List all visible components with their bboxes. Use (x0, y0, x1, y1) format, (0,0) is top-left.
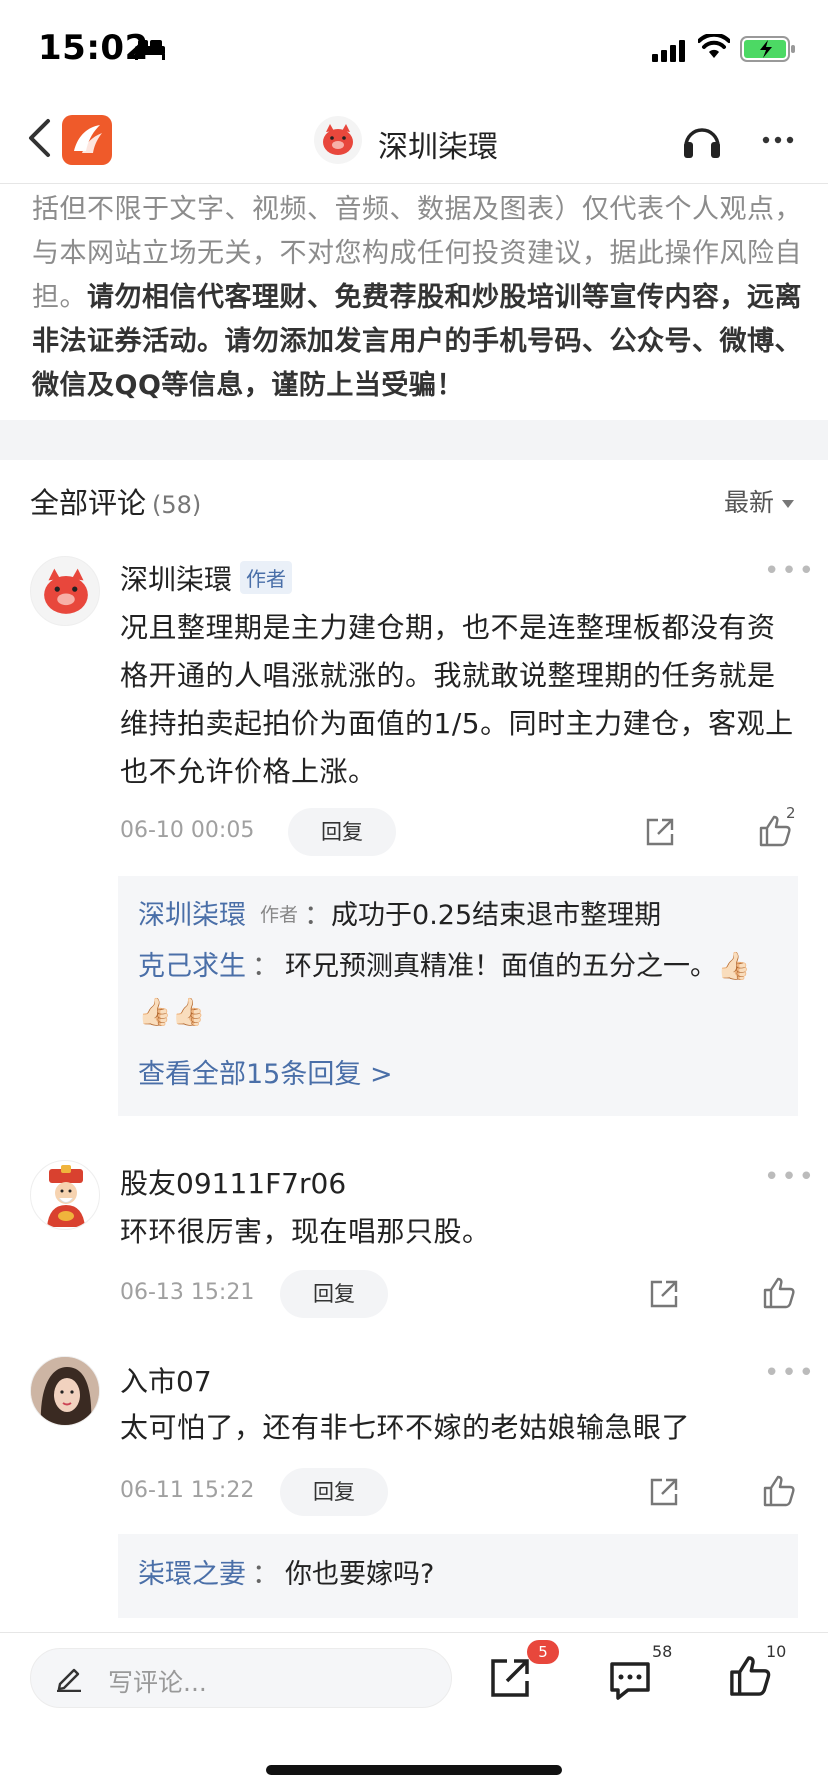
sort-label: 最新 (724, 488, 775, 517)
reply-item: 克己求生：环兄预测真精准！面值的五分之一。👍🏻👍🏻👍🏻 (138, 944, 768, 1036)
share-icon[interactable] (648, 1278, 680, 1310)
more-icon[interactable] (762, 136, 794, 144)
reply-item: 柒環之妻：你也要嫁吗? (138, 1552, 788, 1598)
comment-header: 深圳柒環 作者 (120, 558, 293, 598)
reply-separator: ： (252, 1559, 279, 1590)
app-logo[interactable] (62, 115, 112, 165)
piggy-avatar-icon (44, 568, 88, 614)
comment-input-placeholder: 写评论... (108, 1668, 207, 1697)
reply-button[interactable]: 回复 (280, 1468, 388, 1516)
comment-count: 58 (652, 1642, 673, 1661)
reply-username[interactable]: 克己求生 (138, 951, 246, 982)
share-icon[interactable] (488, 1656, 532, 1700)
fortune-god-avatar-icon (47, 1165, 85, 1227)
comment-more-icon[interactable]: ••• (764, 1358, 816, 1388)
like-icon[interactable] (762, 1474, 796, 1508)
reply-item: 深圳柒環 作者 ：成功于0.25结束退市整理期 (138, 890, 788, 940)
sort-dropdown[interactable]: 最新 (724, 483, 795, 519)
disclaimer-bold: 请勿相信代客理财、免费荐股和炒股培训等宣传内容，远离非法证券活动。请勿添加发言用… (32, 282, 802, 401)
like-count: 2 (786, 804, 796, 822)
comments-heading: 全部评论 (58) (30, 480, 201, 522)
comment-time: 06-11 15:22 (120, 1478, 255, 1503)
cellular-signal-icon (652, 40, 685, 62)
comment-more-icon[interactable]: ••• (764, 556, 816, 586)
comment-username[interactable]: 深圳柒環 (120, 563, 232, 596)
share-icon[interactable] (644, 816, 676, 848)
comments-title: 全部评论 (30, 486, 147, 520)
comment-avatar[interactable] (30, 1356, 100, 1426)
piggy-avatar-icon (323, 124, 353, 155)
status-time: 15:02 (38, 28, 149, 68)
reply-text: 成功于0.25结束退市整理期 (331, 900, 662, 931)
reply-separator: ： (304, 900, 332, 931)
section-separator (0, 420, 828, 460)
nav-title: 深圳柒環 (378, 130, 498, 165)
comment-username[interactable]: 股友09111F7r06 (120, 1162, 346, 1202)
comment-time: 06-10 00:05 (120, 818, 255, 843)
wifi-icon (698, 34, 730, 58)
nav-divider (0, 183, 828, 184)
back-icon[interactable] (26, 118, 52, 158)
reply-button[interactable]: 回复 (288, 808, 396, 856)
reply-username[interactable]: 深圳柒環 (138, 900, 246, 931)
caret-down-icon (782, 500, 795, 508)
disclaimer-text: 括但不限于文字、视频、音频、数据及图表）仅代表个人观点，与本网站立场无关，不对您… (32, 188, 802, 408)
reply-box: 深圳柒環 作者 ：成功于0.25结束退市整理期 克己求生：环兄预测真精准！面值的五分… (118, 876, 798, 1116)
nav-author-avatar[interactable] (314, 116, 362, 164)
comment-more-icon[interactable]: ••• (764, 1162, 816, 1192)
user-photo-avatar-icon (31, 1357, 99, 1425)
comment-time: 06-13 15:21 (120, 1280, 255, 1305)
reply-username[interactable]: 柒環之妻 (138, 1559, 246, 1590)
share-icon[interactable] (648, 1476, 680, 1508)
author-badge: 作者 (260, 904, 299, 926)
comment-avatar[interactable] (30, 1160, 100, 1230)
comments-count: (58) (152, 491, 202, 519)
share-count-badge: 5 (527, 1640, 559, 1664)
view-all-replies-link[interactable]: 查看全部15条回复 > (138, 1052, 393, 1091)
battery-charging-icon (740, 36, 795, 62)
like-icon[interactable] (762, 1276, 796, 1310)
comment-text: 太可怕了，还有非七环不嫁的老姑娘输急眼了 (120, 1411, 691, 1444)
comment-input[interactable] (30, 1648, 452, 1708)
reply-button[interactable]: 回复 (280, 1270, 388, 1318)
home-indicator (266, 1765, 562, 1775)
like-total-count: 10 (766, 1642, 787, 1661)
comment-username[interactable]: 入市07 (120, 1360, 212, 1400)
comment-bubble-icon[interactable] (608, 1658, 652, 1702)
reply-separator: ： (252, 951, 279, 982)
headphone-icon[interactable] (680, 118, 724, 162)
comment-text: 况且整理期是主力建仓期，也不是连整理板都没有资格开通的人唱涨就涨的。我就敢说整理… (120, 611, 794, 788)
author-badge: 作者 (240, 561, 293, 594)
comment-avatar[interactable] (30, 556, 100, 626)
logo-mark-icon (74, 125, 102, 153)
pen-icon (57, 1668, 81, 1692)
comment-text: 环环很厉害，现在唱那只股。 (120, 1215, 491, 1248)
reply-text: 你也要嫁吗? (285, 1559, 435, 1590)
reply-box: 柒環之妻：你也要嫁吗? (118, 1534, 798, 1618)
bottom-bar-divider (0, 1632, 828, 1633)
sleep-mode-icon (135, 40, 165, 60)
